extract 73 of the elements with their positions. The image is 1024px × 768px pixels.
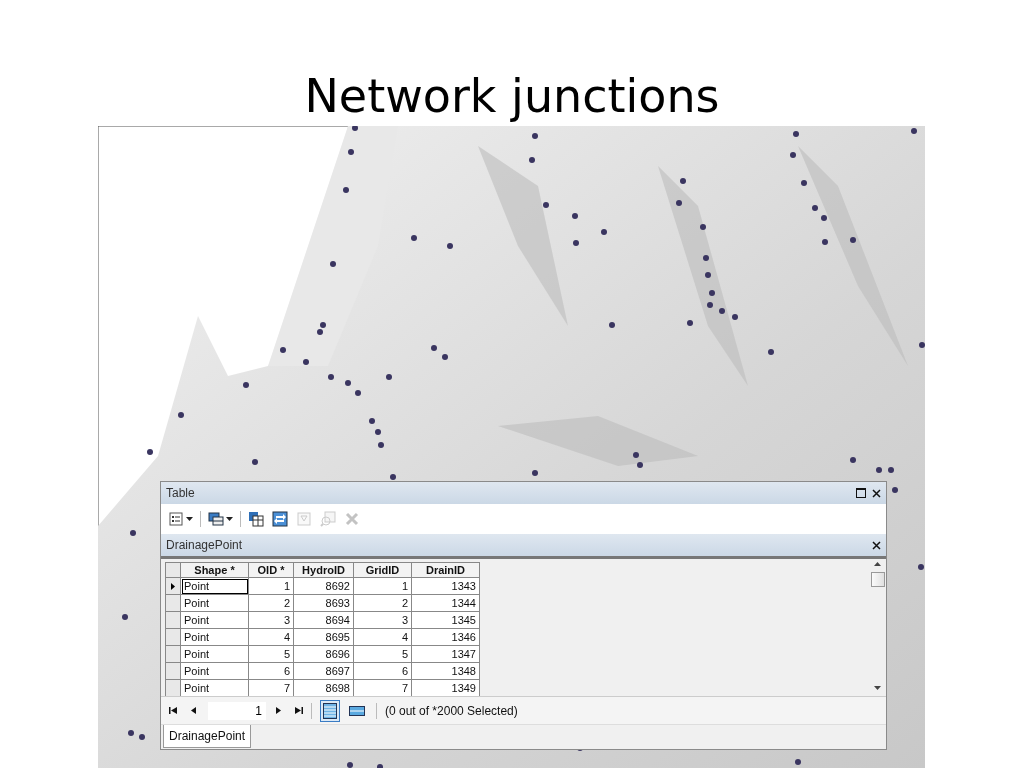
table-cell: 1 (249, 578, 294, 595)
table-cell: 2 (354, 595, 412, 612)
table-cell: Point (181, 578, 249, 595)
table-select-icon (248, 511, 264, 527)
table-cell: 3 (249, 612, 294, 629)
table-cell: 1348 (412, 663, 480, 680)
zoom-icon (320, 511, 336, 527)
table-cell: 8697 (294, 663, 354, 680)
table-cell: Point (181, 629, 249, 646)
column-header[interactable]: OID * (249, 562, 294, 578)
table-cell: Point (181, 663, 249, 680)
last-record-icon[interactable] (295, 707, 303, 714)
table-cell: 6 (354, 663, 412, 680)
table-cell: 2 (249, 595, 294, 612)
scroll-up-icon[interactable] (874, 562, 881, 566)
column-header[interactable]: GridID (354, 562, 412, 578)
scrollbar-thumb[interactable] (870, 572, 885, 587)
toolbar-button[interactable] (269, 509, 291, 529)
table-cell: 3 (354, 612, 412, 629)
table-cell: 5 (354, 646, 412, 663)
table-cell: 8693 (294, 595, 354, 612)
first-record-icon[interactable] (169, 707, 177, 714)
selected-rows-icon (349, 705, 365, 716)
dropdown-caret-icon (226, 517, 233, 521)
table-cell: 4 (249, 629, 294, 646)
close-icon[interactable] (872, 488, 881, 498)
window-title: Table (166, 486, 196, 500)
column-header[interactable]: HydroID (294, 562, 354, 578)
toolbar-button[interactable] (205, 509, 236, 529)
maximize-icon[interactable] (856, 488, 866, 498)
row-header-corner (165, 562, 181, 578)
layer-title: DrainagePoint (166, 538, 244, 552)
table-cell: 8692 (294, 578, 354, 595)
list-icon (168, 511, 184, 527)
table-cell: 8698 (294, 680, 354, 696)
scroll-down-icon[interactable] (874, 686, 881, 690)
dropdown-caret-icon (186, 517, 193, 521)
table-cell: 4 (354, 629, 412, 646)
clear-icon (296, 511, 312, 527)
column-header[interactable]: Shape * (181, 562, 249, 578)
selection-status: (0 out of *2000 Selected) (385, 703, 518, 718)
table-cell: 5 (249, 646, 294, 663)
table-cell: 1344 (412, 595, 480, 612)
table-cell: 7 (354, 680, 412, 696)
close-icon[interactable] (872, 540, 881, 550)
table-cell: 1347 (412, 646, 480, 663)
table-cell: 8696 (294, 646, 354, 663)
delete-icon (344, 511, 360, 527)
table-cell: 1349 (412, 680, 480, 696)
next-record-icon[interactable] (276, 707, 281, 714)
row-selector[interactable] (165, 578, 181, 595)
switch-arrows-icon (272, 511, 288, 527)
layer-tab[interactable]: DrainagePoint (163, 725, 252, 748)
record-number-field[interactable]: 1 (208, 701, 266, 720)
table-cell: 1 (354, 578, 412, 595)
table-cell: 7 (249, 680, 294, 696)
table-cell: Point (181, 612, 249, 629)
table-cell: 8695 (294, 629, 354, 646)
table-cell: 8694 (294, 612, 354, 629)
table-cell: Point (181, 595, 249, 612)
table-cell: 1343 (412, 578, 480, 595)
table-cell: 1346 (412, 629, 480, 646)
previous-record-icon[interactable] (191, 707, 196, 714)
slide-title: Network junctions (304, 68, 720, 124)
stacked-tables-icon (208, 511, 224, 527)
table-cell: 1345 (412, 612, 480, 629)
table-cell: 6 (249, 663, 294, 680)
full-table-icon (323, 702, 337, 719)
view-toggle-button[interactable] (320, 699, 340, 722)
table-cell: Point (181, 680, 249, 696)
table-cell: Point (181, 646, 249, 663)
column-header[interactable]: DrainID (412, 562, 480, 578)
current-row-icon (171, 582, 175, 590)
